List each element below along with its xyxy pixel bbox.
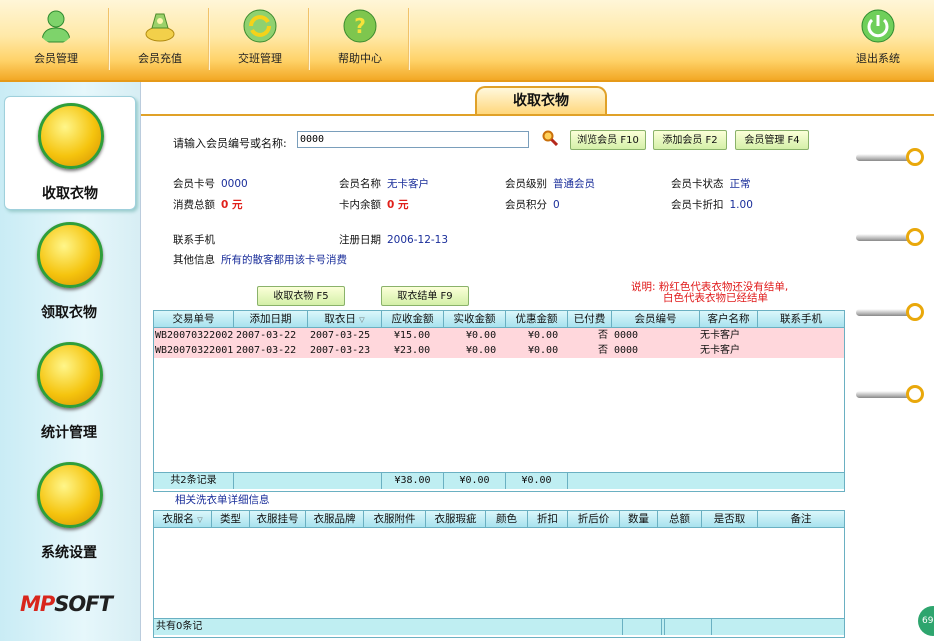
receive-clothes-button[interactable]: 收取衣物 F5 <box>257 286 345 306</box>
binder-ring <box>856 148 926 168</box>
recharge-icon <box>145 13 175 42</box>
col-phone[interactable]: 联系手机 <box>758 311 844 327</box>
col-discount[interactable]: 优惠金额 <box>506 311 568 327</box>
member-recharge-label: 会员充值 <box>138 52 182 65</box>
card-discount-field: 会员卡折扣 1.00 <box>671 199 753 211</box>
sidebar-item-label: 领取衣物 <box>41 305 97 321</box>
member-search-input[interactable] <box>297 131 529 148</box>
col-color[interactable]: 颜色 <box>486 511 528 527</box>
top-toolbar: 会员管理 会员充值 交班管理 ? 帮助中心 退出系统 <box>0 0 934 82</box>
col-member-no[interactable]: 会员编号 <box>612 311 700 327</box>
browse-member-button[interactable]: 浏览会员 F10 <box>570 130 646 150</box>
register-date-field: 注册日期 2006-12-13 <box>339 234 449 246</box>
exit-system-label: 退出系统 <box>856 52 900 65</box>
col-pickup-date[interactable]: 取衣日 ▽ <box>308 311 382 327</box>
mpsoft-logo: MPSOFT <box>20 592 113 616</box>
exit-system-button[interactable]: 退出系统 <box>830 0 926 80</box>
shirt-icon <box>38 103 104 169</box>
help-center-button[interactable]: ? 帮助中心 <box>312 0 408 80</box>
col-received[interactable]: 实收金额 <box>444 311 506 327</box>
sidebar-item-settings[interactable]: 系统设置 <box>4 456 134 568</box>
record-count: 共2条记录 <box>154 473 234 489</box>
add-member-button[interactable]: 添加会员 F2 <box>653 130 727 150</box>
sidebar-item-label: 系统设置 <box>41 545 97 561</box>
col-after-discount[interactable]: 折后价 <box>568 511 620 527</box>
sidebar-item-collect-clothes[interactable]: 领取衣物 <box>4 216 134 328</box>
card-status-field: 会员卡状态 正常 <box>671 178 751 190</box>
col-due[interactable]: 应收金额 <box>382 311 444 327</box>
detail-table-footer: 共有0条记 <box>154 618 844 635</box>
detail-table-header: 衣服名 ▽ 类型 衣服挂号 衣服品牌 衣服附件 衣服瑕疵 颜色 折扣 折后价 数… <box>154 511 844 528</box>
member-icon <box>41 10 71 43</box>
sort-icon: ▽ <box>197 516 203 524</box>
shift-management-button[interactable]: 交班管理 <box>212 0 308 80</box>
binder-ring <box>856 228 926 248</box>
col-remark[interactable]: 备注 <box>758 511 844 527</box>
col-clothes-name[interactable]: 衣服名 ▽ <box>154 511 212 527</box>
refresh-icon <box>243 9 277 43</box>
search-label: 请输入会员编号或名称: <box>173 137 287 150</box>
total-due: ¥38.00 <box>382 473 444 489</box>
total-spend-field: 消费总额 0 元 <box>173 199 243 211</box>
search-icon[interactable] <box>542 130 558 146</box>
col-paid[interactable]: 已付费 <box>568 311 612 327</box>
power-icon <box>861 9 895 43</box>
member-name-field: 会员名称 无卡客户 <box>339 178 429 190</box>
total-received: ¥0.00 <box>444 473 506 489</box>
col-add-date[interactable]: 添加日期 <box>234 311 308 327</box>
card-number-field: 会员卡号 0000 <box>173 178 248 190</box>
member-management-label: 会员管理 <box>34 52 78 65</box>
page-title: 收取衣物 <box>475 86 607 114</box>
member-points-field: 会员积分 0 <box>505 199 560 211</box>
total-discount: ¥0.00 <box>506 473 568 489</box>
detail-table: 衣服名 ▽ 类型 衣服挂号 衣服品牌 衣服附件 衣服瑕疵 颜色 折扣 折后价 数… <box>153 510 845 638</box>
col-accessory[interactable]: 衣服附件 <box>364 511 426 527</box>
col-picked[interactable]: 是否取 <box>702 511 758 527</box>
help-icon: ? <box>343 9 377 43</box>
help-center-label: 帮助中心 <box>338 52 382 65</box>
binder-ring <box>856 385 926 405</box>
sidebar-item-label: 统计管理 <box>41 425 97 441</box>
detail-section-title: 相关洗衣单详细信息 <box>175 494 270 506</box>
orders-table-footer: 共2条记录 ¥38.00 ¥0.00 ¥0.00 <box>154 472 844 489</box>
orders-table: 交易单号 添加日期 取衣日 ▽ 应收金额 实收金额 优惠金额 已付费 会员编号 … <box>153 310 845 492</box>
member-manage-button[interactable]: 会员管理 F4 <box>735 130 809 150</box>
phone-field: 联系手机 <box>173 234 215 246</box>
binder-ring <box>856 303 926 323</box>
orders-table-header: 交易单号 添加日期 取衣日 ▽ 应收金额 实收金额 优惠金额 已付费 会员编号 … <box>154 311 844 328</box>
col-amount[interactable]: 总额 <box>658 511 702 527</box>
sidebar: 收取衣物 领取衣物 统计管理 系统设置 <box>0 82 140 641</box>
member-level-field: 会员级别 普通会员 <box>505 178 595 190</box>
member-recharge-button[interactable]: 会员充值 <box>112 0 208 80</box>
col-defect[interactable]: 衣服瑕疵 <box>426 511 486 527</box>
collect-settle-button[interactable]: 取衣结单 F9 <box>381 286 469 306</box>
monitor-icon <box>37 462 103 528</box>
detail-record-count: 共有0条记 <box>156 621 203 632</box>
col-quantity[interactable]: 数量 <box>620 511 658 527</box>
sidebar-item-statistics[interactable]: 统计管理 <box>4 336 134 448</box>
sort-icon: ▽ <box>359 316 365 324</box>
col-order-no[interactable]: 交易单号 <box>154 311 234 327</box>
col-discount-rate[interactable]: 折扣 <box>528 511 568 527</box>
member-management-button[interactable]: 会员管理 <box>8 0 104 80</box>
col-customer[interactable]: 客户名称 <box>700 311 758 327</box>
sidebar-item-label: 收取衣物 <box>42 186 98 202</box>
col-tag-no[interactable]: 衣服挂号 <box>250 511 306 527</box>
sidebar-item-receive-clothes[interactable]: 收取衣物 <box>4 96 136 210</box>
shift-management-label: 交班管理 <box>238 52 282 65</box>
color-legend-note: 说明: 粉红色代表衣物还没有结单, 白色代表衣物已经结单 <box>631 281 789 304</box>
card-balance-field: 卡内余额 0 元 <box>339 199 409 211</box>
main-panel: 收取衣物 请输入会员编号或名称: 浏览会员 F10 添加会员 F2 会员管理 F… <box>140 82 934 641</box>
other-info-field: 其他信息 所有的散客都用该卡号消费 <box>173 254 347 266</box>
bar-chart-icon <box>37 342 103 408</box>
col-type[interactable]: 类型 <box>212 511 250 527</box>
table-row[interactable]: WB20070322001 2007-03-22 2007-03-23 ¥23.… <box>154 343 844 358</box>
package-icon <box>37 222 103 288</box>
col-brand[interactable]: 衣服品牌 <box>306 511 364 527</box>
svg-text:?: ? <box>354 14 366 38</box>
table-row[interactable]: WB20070322002 2007-03-22 2007-03-25 ¥15.… <box>154 328 844 343</box>
